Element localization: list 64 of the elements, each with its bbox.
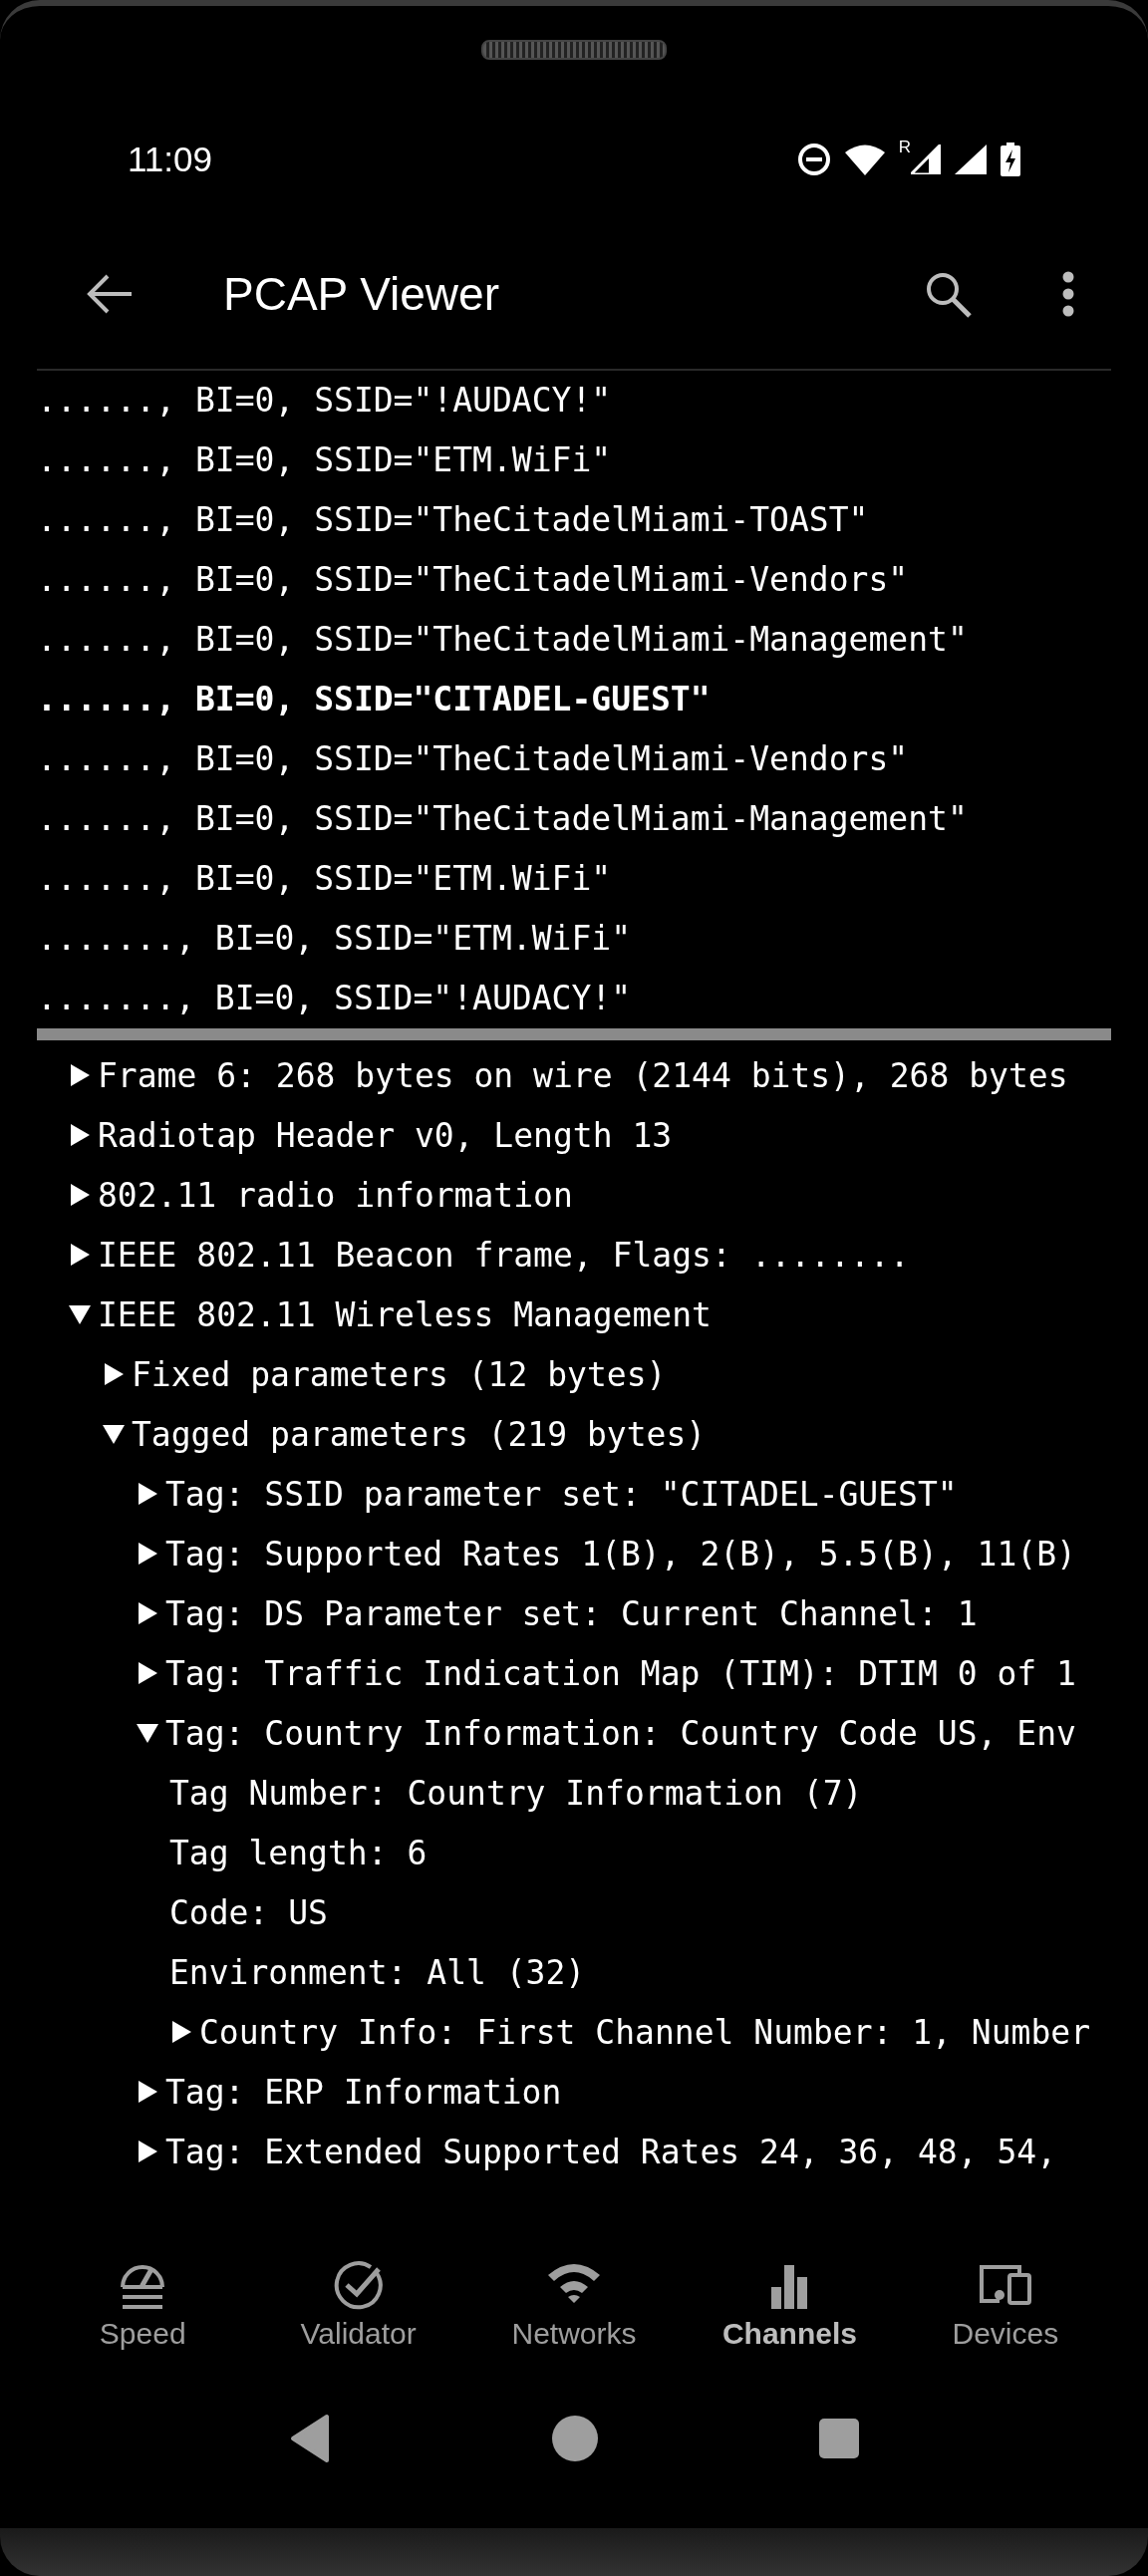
collapse-arrow-icon[interactable] — [68, 1302, 92, 1326]
nav-tab[interactable]: Validator — [300, 2317, 417, 2351]
expand-arrow-icon[interactable] — [136, 2140, 159, 2163]
clock-time: 11:09 — [128, 140, 212, 179]
tree-item[interactable]: Tag: Country Information: Country Code US, Env — [165, 1713, 1076, 1753]
packet-row[interactable]: ......, BI=0, SSID="CITADEL-GUEST" — [37, 670, 711, 729]
nav-tab[interactable]: Networks — [511, 2317, 637, 2351]
packet-row[interactable]: ......., BI=0, SSID="!AUDACY!" — [37, 969, 632, 1028]
tree-item[interactable]: Tag: Supported Rates 1(B), 2(B), 5.5(B), 11(B) — [165, 1534, 1076, 1574]
back-arrow-icon[interactable] — [86, 272, 134, 316]
roaming-label: R — [898, 139, 911, 155]
tree-item[interactable]: Tag: SSID parameter set: "CITADEL-GUEST" — [165, 1474, 958, 1514]
tree-item: Tag Number: Country Information (7) — [169, 1773, 863, 1813]
tree-item[interactable]: Fixed parameters (12 bytes) — [132, 1354, 667, 1394]
expand-arrow-icon[interactable] — [136, 2080, 159, 2104]
collapse-arrow-icon[interactable] — [102, 1422, 126, 1446]
packet-row[interactable]: ......, BI=0, SSID="ETM.WiFi" — [37, 430, 612, 490]
home-icon[interactable] — [552, 2416, 598, 2461]
nav-tab[interactable]: Speed — [99, 2317, 186, 2351]
tree-item[interactable]: Tag: DS Parameter set: Current Channel: 1 — [165, 1593, 978, 1633]
expand-arrow-icon[interactable] — [68, 1123, 92, 1147]
expand-arrow-icon[interactable] — [136, 1482, 159, 1506]
packet-row[interactable]: ......, BI=0, SSID="ETM.WiFi" — [37, 849, 612, 909]
expand-arrow-icon[interactable] — [102, 1362, 126, 1386]
expand-arrow-icon[interactable] — [136, 1542, 159, 1566]
tree-item[interactable]: Frame 6: 268 bytes on wire (2144 bits), 268 bytes — [98, 1055, 1068, 1095]
tree-item: Code: US — [169, 1892, 328, 1932]
packet-row[interactable]: ......, BI=0, SSID="TheCitadelMiami-Management" — [37, 789, 968, 849]
tree-item[interactable]: IEEE 802.11 Beacon frame, Flags: ........ — [98, 1235, 910, 1275]
tree-item[interactable]: Country Info: First Channel Number: 1, Number — [199, 2012, 1091, 2052]
expand-arrow-icon[interactable] — [68, 1183, 92, 1207]
packet-row[interactable]: ......., BI=0, SSID="ETM.WiFi" — [37, 909, 632, 969]
packet-row[interactable]: ......, BI=0, SSID="TheCitadelMiami-Vendors" — [37, 550, 909, 610]
tree-item[interactable]: Tag: ERP Information — [165, 2072, 562, 2112]
expand-arrow-icon[interactable] — [169, 2020, 193, 2044]
signal-icon — [911, 144, 941, 174]
more-options-icon[interactable] — [1061, 271, 1075, 317]
packet-row[interactable]: ......, BI=0, SSID="TheCitadelMiami-Vendors" — [37, 729, 909, 789]
nav-tab[interactable]: Devices — [952, 2317, 1059, 2351]
tree-item[interactable]: Radiotap Header v0, Length 13 — [98, 1115, 673, 1155]
expand-arrow-icon[interactable] — [136, 1601, 159, 1625]
signal-icon — [955, 144, 987, 174]
search-icon[interactable] — [924, 270, 972, 318]
expand-arrow-icon[interactable] — [68, 1243, 92, 1267]
tree-item[interactable]: 802.11 radio information — [98, 1175, 573, 1215]
packet-row[interactable]: ......, BI=0, SSID="!AUDACY!" — [37, 371, 612, 430]
battery-charging-icon — [1001, 143, 1020, 176]
wifi-icon — [844, 143, 885, 175]
tree-item: Tag length: 6 — [169, 1833, 428, 1872]
collapse-arrow-icon[interactable] — [136, 1721, 159, 1745]
packet-row[interactable]: ......, BI=0, SSID="TheCitadelMiami-Management" — [37, 610, 968, 670]
expand-arrow-icon[interactable] — [68, 1063, 92, 1087]
nav-tab[interactable]: Channels — [721, 2317, 857, 2351]
expand-arrow-icon[interactable] — [136, 1661, 159, 1685]
tree-item[interactable]: Tagged parameters (219 bytes) — [132, 1414, 707, 1454]
back-icon[interactable] — [289, 2414, 331, 2463]
tree-item[interactable]: IEEE 802.11 Wireless Management — [98, 1294, 712, 1334]
screen-title: PCAP Viewer — [223, 267, 499, 321]
packet-row[interactable]: ......, BI=0, SSID="TheCitadelMiami-TOAST" — [37, 490, 869, 550]
do-not-disturb-icon — [796, 143, 831, 176]
split-handle[interactable] — [37, 1028, 1111, 1040]
tree-item: Environment: All (32) — [169, 1952, 586, 1992]
tree-item[interactable]: Tag: Traffic Indication Map (TIM): DTIM 0 of 1 — [165, 1653, 1076, 1693]
tree-item[interactable]: Tag: Extended Supported Rates 24, 36, 48, 54, — [165, 2132, 1057, 2171]
